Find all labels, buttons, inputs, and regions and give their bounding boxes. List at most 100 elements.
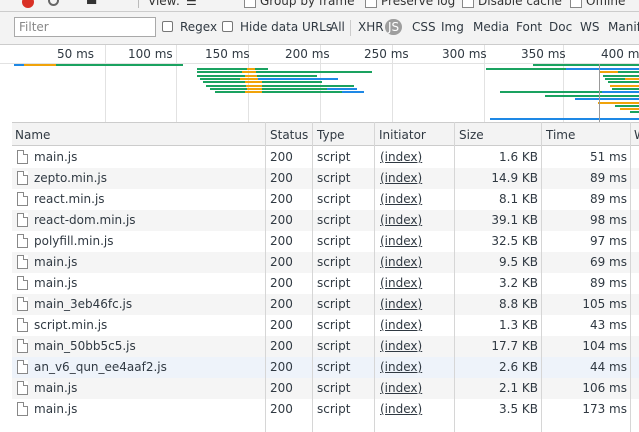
table-row[interactable]: react-dom.min.js 200 script (index) 39.1 KB 9… bbox=[12, 210, 639, 231]
script-file-icon bbox=[17, 381, 28, 395]
tick-label: 100 ms bbox=[128, 47, 173, 61]
request-initiator-link[interactable]: (index) bbox=[380, 255, 422, 269]
type-filter-font[interactable]: Font bbox=[516, 20, 542, 34]
list-view-icon[interactable]: ☰ bbox=[186, 0, 197, 8]
type-filter-css[interactable]: CSS bbox=[412, 20, 436, 34]
type-filter-img[interactable]: Img bbox=[441, 20, 464, 34]
waterfall-bar bbox=[247, 68, 255, 70]
waterfall-bar bbox=[200, 78, 240, 80]
waterfall-bar bbox=[566, 68, 639, 70]
request-type: script bbox=[317, 381, 351, 395]
request-size: 9.5 KB bbox=[499, 255, 538, 269]
table-row[interactable]: main.js 200 script (index) 2.1 KB 106 ms bbox=[12, 378, 639, 399]
table-row[interactable]: main.js 200 script (index) 3.2 KB 89 ms bbox=[12, 273, 639, 294]
column-header-size[interactable]: Size bbox=[459, 128, 484, 142]
column-header-status[interactable]: Status bbox=[270, 128, 308, 142]
column-header-name[interactable]: Name bbox=[15, 128, 50, 142]
script-file-icon bbox=[17, 171, 28, 185]
request-type: script bbox=[317, 276, 351, 290]
request-initiator-link[interactable]: (index) bbox=[380, 318, 422, 332]
waterfall-bar bbox=[545, 95, 639, 97]
request-name: main.js bbox=[34, 276, 78, 290]
waterfall-bar bbox=[600, 71, 618, 73]
type-filter-xhr[interactable]: XHR bbox=[358, 20, 384, 34]
request-type: script bbox=[317, 318, 351, 332]
request-initiator-link[interactable]: (index) bbox=[380, 192, 422, 206]
tick-label: 150 ms bbox=[205, 47, 250, 61]
request-initiator-link[interactable]: (index) bbox=[380, 297, 422, 311]
table-row[interactable]: react.min.js 200 script (index) 8.1 KB 89 ms bbox=[12, 189, 639, 210]
table-row[interactable]: main_50bb5c5.js 200 script (index) 17.7 KB 10… bbox=[12, 336, 639, 357]
request-initiator-link[interactable]: (index) bbox=[380, 339, 422, 353]
request-type: script bbox=[317, 192, 351, 206]
filter-icon[interactable]: ▬ bbox=[86, 0, 97, 8]
request-size: 1.6 KB bbox=[499, 150, 538, 164]
waterfall-bar bbox=[533, 64, 639, 66]
type-filter-js[interactable]: JS bbox=[385, 19, 403, 35]
disable-cache-checkbox[interactable] bbox=[462, 0, 474, 8]
table-row[interactable]: main.js 200 script (index) 1.6 KB 51 ms bbox=[12, 147, 639, 168]
request-name: script.min.js bbox=[34, 318, 108, 332]
requests-table: Name Status Type Initiator Size Time W m… bbox=[12, 122, 639, 432]
request-status: 200 bbox=[270, 234, 293, 248]
waterfall-bar bbox=[197, 71, 242, 73]
regex-label: Regex bbox=[180, 20, 218, 34]
request-name: main.js bbox=[34, 150, 78, 164]
tick-label: 250 ms bbox=[364, 47, 409, 61]
timeline-overview[interactable]: 50 ms 100 ms 150 ms 200 ms 250 ms 300 ms… bbox=[0, 45, 639, 123]
table-row[interactable]: main_3eb46fc.js 200 script (index) 8.8 KB 105… bbox=[12, 294, 639, 315]
waterfall-bar bbox=[258, 78, 338, 80]
waterfall-bar bbox=[245, 75, 257, 77]
waterfall-bar bbox=[247, 88, 262, 90]
request-initiator-link[interactable]: (index) bbox=[380, 213, 422, 227]
regex-checkbox[interactable] bbox=[162, 21, 173, 32]
request-status: 200 bbox=[270, 339, 293, 353]
script-file-icon bbox=[17, 402, 28, 416]
preserve-log-checkbox[interactable] bbox=[365, 0, 377, 8]
request-type: script bbox=[317, 360, 351, 374]
waterfall-bar bbox=[255, 68, 268, 70]
table-row[interactable]: main.js 200 script (index) 3.5 KB 173 ms bbox=[12, 399, 639, 420]
request-status: 200 bbox=[270, 402, 293, 416]
group-by-frame-checkbox[interactable] bbox=[244, 0, 256, 8]
request-initiator-link[interactable]: (index) bbox=[380, 276, 422, 290]
type-filter-all[interactable]: All bbox=[330, 20, 345, 34]
tick-label: 200 ms bbox=[285, 47, 330, 61]
waterfall-bar bbox=[210, 88, 247, 90]
offline-checkbox[interactable] bbox=[570, 0, 582, 8]
table-row[interactable]: main.js 200 script (index) 9.5 KB 69 ms bbox=[12, 252, 639, 273]
column-header-waterfall[interactable]: W bbox=[634, 128, 639, 142]
column-divider bbox=[265, 122, 266, 432]
table-row[interactable]: script.min.js 200 script (index) 1.3 KB 43 ms bbox=[12, 315, 639, 336]
column-header-initiator[interactable]: Initiator bbox=[379, 128, 426, 142]
hide-data-urls-checkbox[interactable] bbox=[222, 21, 233, 32]
waterfall-bar bbox=[486, 68, 566, 70]
filter-input[interactable] bbox=[14, 17, 156, 37]
column-divider bbox=[312, 122, 313, 432]
type-filter-doc[interactable]: Doc bbox=[549, 20, 572, 34]
table-row[interactable]: an_v6_qun_ee4aaf2.js 200 script (index) 2.6 … bbox=[12, 357, 639, 378]
type-filter-ws[interactable]: WS bbox=[580, 20, 599, 34]
request-initiator-link[interactable]: (index) bbox=[380, 171, 422, 185]
column-header-type[interactable]: Type bbox=[317, 128, 345, 142]
waterfall-bar bbox=[256, 71, 372, 73]
request-name: react-dom.min.js bbox=[34, 213, 136, 227]
request-type: script bbox=[317, 213, 351, 227]
type-filter-media[interactable]: Media bbox=[473, 20, 509, 34]
request-status: 200 bbox=[270, 171, 293, 185]
table-row[interactable]: zepto.min.js 200 script (index) 14.9 KB 89 ms bbox=[12, 168, 639, 189]
request-initiator-link[interactable]: (index) bbox=[380, 402, 422, 416]
request-initiator-link[interactable]: (index) bbox=[380, 150, 422, 164]
request-initiator-link[interactable]: (index) bbox=[380, 234, 422, 248]
record-icon[interactable] bbox=[22, 0, 34, 8]
waterfall-bar bbox=[203, 81, 245, 83]
request-initiator-link[interactable]: (index) bbox=[380, 381, 422, 395]
request-time: 98 ms bbox=[589, 213, 627, 227]
request-size: 8.8 KB bbox=[499, 297, 538, 311]
column-header-time[interactable]: Time bbox=[546, 128, 575, 142]
table-row[interactable]: polyfill.min.js 200 script (index) 32.5 KB 97… bbox=[12, 231, 639, 252]
type-filter-manifest[interactable]: Manifest bbox=[608, 20, 639, 34]
waterfall-bar bbox=[620, 108, 639, 110]
request-initiator-link[interactable]: (index) bbox=[380, 360, 422, 374]
clear-icon[interactable] bbox=[48, 0, 59, 6]
